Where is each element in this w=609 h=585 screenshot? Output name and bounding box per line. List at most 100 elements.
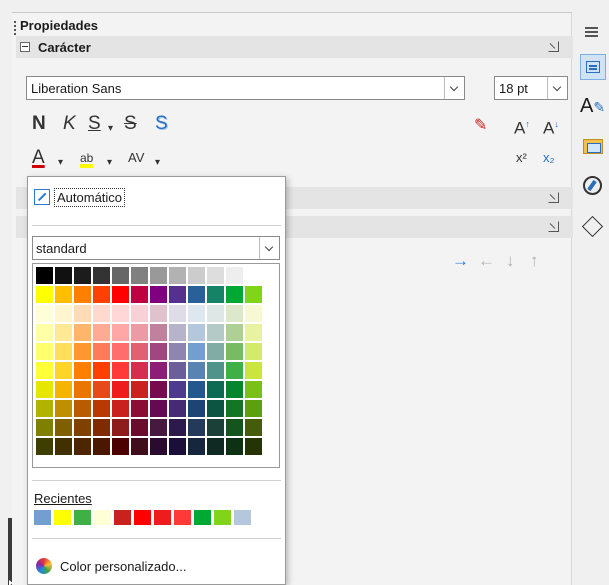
- color-swatch[interactable]: [112, 381, 129, 398]
- color-swatch[interactable]: [245, 381, 262, 398]
- color-swatch[interactable]: [188, 438, 205, 455]
- color-swatch[interactable]: [245, 343, 262, 360]
- color-swatch[interactable]: [93, 305, 110, 322]
- font-color-dropdown-icon[interactable]: ▾: [58, 151, 63, 175]
- color-swatch[interactable]: [74, 362, 91, 379]
- color-swatch[interactable]: [131, 362, 148, 379]
- automatic-color-button[interactable]: Automático: [34, 186, 126, 208]
- color-swatch[interactable]: [55, 286, 72, 303]
- color-swatch[interactable]: [131, 324, 148, 341]
- color-swatch[interactable]: [36, 362, 53, 379]
- color-swatch[interactable]: [245, 400, 262, 417]
- color-swatch[interactable]: [150, 362, 167, 379]
- color-swatch[interactable]: [131, 381, 148, 398]
- collapse-icon[interactable]: [20, 42, 30, 52]
- color-swatch[interactable]: [245, 438, 262, 455]
- color-swatch[interactable]: [207, 438, 224, 455]
- color-swatch[interactable]: [245, 286, 262, 303]
- color-swatch[interactable]: [245, 324, 262, 341]
- color-swatch[interactable]: [207, 400, 224, 417]
- color-swatch[interactable]: [112, 286, 129, 303]
- color-swatch[interactable]: [188, 267, 205, 284]
- color-swatch[interactable]: [207, 419, 224, 436]
- recent-color-swatch[interactable]: [74, 510, 91, 525]
- color-swatch[interactable]: [226, 343, 243, 360]
- color-swatch[interactable]: [169, 343, 186, 360]
- color-swatch[interactable]: [207, 305, 224, 322]
- color-swatch[interactable]: [150, 400, 167, 417]
- color-swatch[interactable]: [131, 438, 148, 455]
- color-swatch[interactable]: [74, 343, 91, 360]
- color-swatch[interactable]: [55, 267, 72, 284]
- gallery-tab-icon[interactable]: [580, 134, 606, 160]
- more-options-icon[interactable]: [548, 221, 559, 232]
- properties-tab-icon[interactable]: [580, 54, 606, 80]
- color-swatch[interactable]: [245, 362, 262, 379]
- color-swatch[interactable]: [131, 343, 148, 360]
- color-swatch[interactable]: [188, 324, 205, 341]
- color-swatch[interactable]: [245, 267, 262, 284]
- drag-grip-icon[interactable]: [14, 21, 16, 35]
- color-swatch[interactable]: [245, 305, 262, 322]
- color-swatch[interactable]: [150, 381, 167, 398]
- color-swatch[interactable]: [112, 400, 129, 417]
- recent-color-swatch[interactable]: [154, 510, 171, 525]
- color-swatch[interactable]: [36, 267, 53, 284]
- color-swatch[interactable]: [169, 438, 186, 455]
- recent-color-swatch[interactable]: [234, 510, 251, 525]
- shadow-button[interactable]: S: [155, 112, 168, 136]
- strikethrough-button[interactable]: S: [124, 112, 137, 136]
- color-swatch[interactable]: [207, 343, 224, 360]
- color-swatch[interactable]: [150, 305, 167, 322]
- more-options-icon[interactable]: [548, 192, 559, 203]
- navigator-tab-icon[interactable]: [580, 173, 606, 199]
- color-swatch[interactable]: [226, 324, 243, 341]
- color-swatch[interactable]: [131, 286, 148, 303]
- color-swatch[interactable]: [150, 438, 167, 455]
- highlight-dropdown-icon[interactable]: ▾: [107, 151, 112, 175]
- color-swatch[interactable]: [55, 438, 72, 455]
- color-swatch[interactable]: [74, 381, 91, 398]
- color-swatch[interactable]: [207, 362, 224, 379]
- color-swatch[interactable]: [169, 400, 186, 417]
- color-swatch[interactable]: [36, 419, 53, 436]
- recent-color-swatch[interactable]: [54, 510, 71, 525]
- color-swatch[interactable]: [74, 438, 91, 455]
- grow-font-icon[interactable]: A↑: [514, 112, 530, 138]
- color-swatch[interactable]: [36, 438, 53, 455]
- color-swatch[interactable]: [131, 419, 148, 436]
- color-swatch[interactable]: [169, 362, 186, 379]
- menu-icon[interactable]: [585, 27, 598, 29]
- color-swatch[interactable]: [188, 419, 205, 436]
- color-swatch[interactable]: [207, 267, 224, 284]
- font-name-combo[interactable]: Liberation Sans: [26, 76, 465, 100]
- color-swatch[interactable]: [131, 267, 148, 284]
- color-swatch[interactable]: [74, 400, 91, 417]
- arrow-left-icon[interactable]: ←: [478, 251, 495, 271]
- color-swatch[interactable]: [93, 419, 110, 436]
- color-swatch[interactable]: [55, 362, 72, 379]
- color-swatch[interactable]: [226, 362, 243, 379]
- font-color-button[interactable]: A: [32, 146, 45, 170]
- styles-tab-icon[interactable]: A✎: [580, 95, 606, 121]
- color-swatch[interactable]: [150, 343, 167, 360]
- color-swatch[interactable]: [245, 419, 262, 436]
- color-swatch[interactable]: [112, 267, 129, 284]
- recent-color-swatch[interactable]: [194, 510, 211, 525]
- bold-button[interactable]: N: [32, 112, 46, 136]
- color-swatch[interactable]: [169, 381, 186, 398]
- palette-select[interactable]: standard: [32, 236, 280, 260]
- color-swatch[interactable]: [188, 305, 205, 322]
- color-swatch[interactable]: [93, 286, 110, 303]
- color-swatch[interactable]: [93, 324, 110, 341]
- color-swatch[interactable]: [131, 400, 148, 417]
- color-swatch[interactable]: [36, 400, 53, 417]
- clear-formatting-icon[interactable]: ✎: [474, 114, 487, 138]
- chevron-down-icon[interactable]: [547, 77, 567, 99]
- color-swatch[interactable]: [36, 343, 53, 360]
- color-swatch[interactable]: [112, 438, 129, 455]
- recent-color-swatch[interactable]: [214, 510, 231, 525]
- italic-button[interactable]: K: [63, 112, 76, 136]
- custom-color-button[interactable]: Color personalizado...: [36, 558, 186, 574]
- color-swatch[interactable]: [226, 438, 243, 455]
